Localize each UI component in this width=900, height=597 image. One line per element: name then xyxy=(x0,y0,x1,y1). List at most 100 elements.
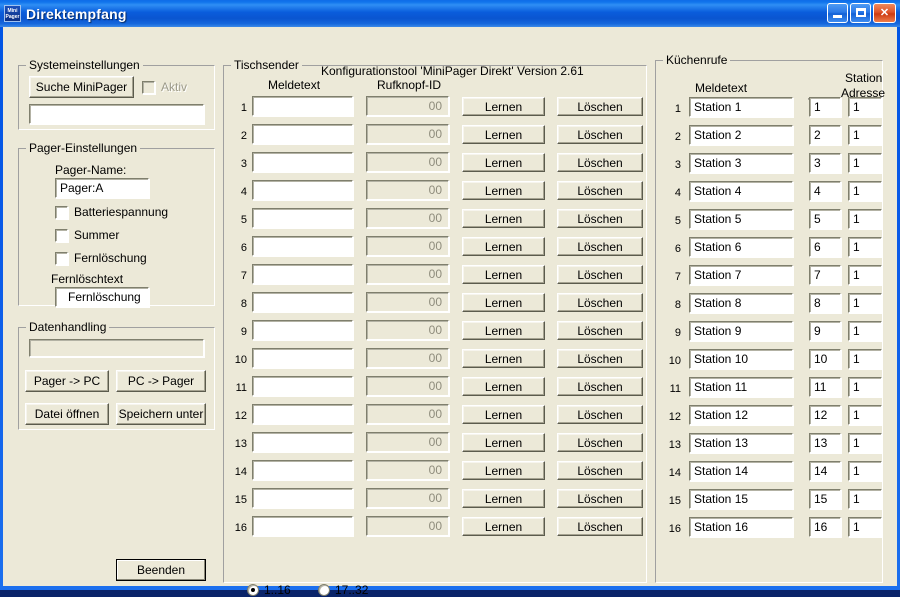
tischsender-meldetext-input[interactable] xyxy=(252,96,353,116)
tischsender-rufknopf-id-field[interactable]: 00 xyxy=(366,180,449,200)
kuechenrufe-station-adresse-input[interactable]: 1 xyxy=(848,461,882,481)
aktiv-checkbox[interactable]: Aktiv xyxy=(142,80,187,94)
kuechenrufe-station-adresse-input[interactable]: 1 xyxy=(848,237,882,257)
tischsender-lernen-button[interactable]: Lernen xyxy=(462,405,545,424)
tischsender-meldetext-input[interactable] xyxy=(252,348,353,368)
tischsender-lernen-button[interactable]: Lernen xyxy=(462,349,545,368)
kuechenrufe-taste-input[interactable]: 2 xyxy=(809,125,841,145)
range-radio-17-32[interactable]: 17..32 xyxy=(318,583,368,597)
tischsender-rufknopf-id-field[interactable]: 00 xyxy=(366,432,449,452)
tischsender-lernen-button[interactable]: Lernen xyxy=(462,321,545,340)
system-status-field[interactable] xyxy=(29,104,204,124)
aktiv-checkbox-box[interactable] xyxy=(142,81,155,94)
fernloeschtext-input[interactable]: Fernlöschung xyxy=(55,287,149,307)
tischsender-lernen-button[interactable]: Lernen xyxy=(462,461,545,480)
kuechenrufe-taste-input[interactable]: 5 xyxy=(809,209,841,229)
tischsender-loeschen-button[interactable]: Löschen xyxy=(557,517,643,536)
kuechenrufe-station-adresse-input[interactable]: 1 xyxy=(848,181,882,201)
kuechenrufe-taste-input[interactable]: 13 xyxy=(809,433,841,453)
kuechenrufe-taste-input[interactable]: 12 xyxy=(809,405,841,425)
kuechenrufe-taste-input[interactable]: 3 xyxy=(809,153,841,173)
kuechenrufe-meldetext-input[interactable]: Station 14 xyxy=(689,461,793,481)
tischsender-lernen-button[interactable]: Lernen xyxy=(462,265,545,284)
kuechenrufe-taste-input[interactable]: 9 xyxy=(809,321,841,341)
tischsender-meldetext-input[interactable] xyxy=(252,292,353,312)
kuechenrufe-taste-input[interactable]: 4 xyxy=(809,181,841,201)
tischsender-loeschen-button[interactable]: Löschen xyxy=(557,489,643,508)
tischsender-lernen-button[interactable]: Lernen xyxy=(462,237,545,256)
tischsender-loeschen-button[interactable]: Löschen xyxy=(557,433,643,452)
tischsender-meldetext-input[interactable] xyxy=(252,236,353,256)
tischsender-lernen-button[interactable]: Lernen xyxy=(462,377,545,396)
tischsender-lernen-button[interactable]: Lernen xyxy=(462,181,545,200)
tischsender-lernen-button[interactable]: Lernen xyxy=(462,209,545,228)
kuechenrufe-taste-input[interactable]: 16 xyxy=(809,517,841,537)
kuechenrufe-taste-input[interactable]: 15 xyxy=(809,489,841,509)
tischsender-rufknopf-id-field[interactable]: 00 xyxy=(366,460,449,480)
kuechenrufe-meldetext-input[interactable]: Station 15 xyxy=(689,489,793,509)
kuechenrufe-station-adresse-input[interactable]: 1 xyxy=(848,349,882,369)
kuechenrufe-meldetext-input[interactable]: Station 12 xyxy=(689,405,793,425)
maximize-button[interactable] xyxy=(850,3,871,23)
kuechenrufe-station-adresse-input[interactable]: 1 xyxy=(848,125,882,145)
tischsender-rufknopf-id-field[interactable]: 00 xyxy=(366,320,449,340)
kuechenrufe-station-adresse-input[interactable]: 1 xyxy=(848,405,882,425)
tischsender-rufknopf-id-field[interactable]: 00 xyxy=(366,488,449,508)
tischsender-rufknopf-id-field[interactable]: 00 xyxy=(366,96,449,116)
kuechenrufe-meldetext-input[interactable]: Station 3 xyxy=(689,153,793,173)
tischsender-meldetext-input[interactable] xyxy=(252,404,353,424)
tischsender-meldetext-input[interactable] xyxy=(252,208,353,228)
kuechenrufe-station-adresse-input[interactable]: 1 xyxy=(848,265,882,285)
datei-oeffnen-button[interactable]: Datei öffnen xyxy=(25,403,109,425)
kuechenrufe-meldetext-input[interactable]: Station 10 xyxy=(689,349,793,369)
fernloeschung-checkbox-box[interactable] xyxy=(55,252,68,265)
tischsender-rufknopf-id-field[interactable]: 00 xyxy=(366,264,449,284)
pc-to-pager-button[interactable]: PC -> Pager xyxy=(116,370,206,392)
kuechenrufe-station-adresse-input[interactable]: 1 xyxy=(848,489,882,509)
kuechenrufe-station-adresse-input[interactable]: 1 xyxy=(848,517,882,537)
kuechenrufe-taste-input[interactable]: 14 xyxy=(809,461,841,481)
kuechenrufe-taste-input[interactable]: 8 xyxy=(809,293,841,313)
tischsender-loeschen-button[interactable]: Löschen xyxy=(557,461,643,480)
tischsender-lernen-button[interactable]: Lernen xyxy=(462,489,545,508)
kuechenrufe-station-adresse-input[interactable]: 1 xyxy=(848,153,882,173)
tischsender-meldetext-input[interactable] xyxy=(252,516,353,536)
kuechenrufe-station-adresse-input[interactable]: 1 xyxy=(848,97,882,117)
kuechenrufe-station-adresse-input[interactable]: 1 xyxy=(848,433,882,453)
kuechenrufe-meldetext-input[interactable]: Station 16 xyxy=(689,517,793,537)
kuechenrufe-taste-input[interactable]: 7 xyxy=(809,265,841,285)
tischsender-loeschen-button[interactable]: Löschen xyxy=(557,125,643,144)
tischsender-meldetext-input[interactable] xyxy=(252,376,353,396)
tischsender-loeschen-button[interactable]: Löschen xyxy=(557,321,643,340)
summer-checkbox-box[interactable] xyxy=(55,229,68,242)
batteriespannung-checkbox-box[interactable] xyxy=(55,206,68,219)
tischsender-rufknopf-id-field[interactable]: 00 xyxy=(366,152,449,172)
tischsender-loeschen-button[interactable]: Löschen xyxy=(557,293,643,312)
tischsender-loeschen-button[interactable]: Löschen xyxy=(557,405,643,424)
speichern-unter-button[interactable]: Speichern unter xyxy=(116,403,206,425)
tischsender-rufknopf-id-field[interactable]: 00 xyxy=(366,208,449,228)
pager-to-pc-button[interactable]: Pager -> PC xyxy=(25,370,109,392)
minimize-button[interactable] xyxy=(827,3,848,23)
tischsender-loeschen-button[interactable]: Löschen xyxy=(557,209,643,228)
tischsender-lernen-button[interactable]: Lernen xyxy=(462,293,545,312)
tischsender-loeschen-button[interactable]: Löschen xyxy=(557,349,643,368)
batteriespannung-checkbox[interactable]: Batteriespannung xyxy=(55,205,168,219)
kuechenrufe-station-adresse-input[interactable]: 1 xyxy=(848,293,882,313)
tischsender-loeschen-button[interactable]: Löschen xyxy=(557,237,643,256)
kuechenrufe-station-adresse-input[interactable]: 1 xyxy=(848,377,882,397)
summer-checkbox[interactable]: Summer xyxy=(55,228,119,242)
tischsender-meldetext-input[interactable] xyxy=(252,152,353,172)
pager-name-input[interactable]: Pager:A xyxy=(55,178,149,198)
tischsender-rufknopf-id-field[interactable]: 00 xyxy=(366,236,449,256)
close-button[interactable]: ✕ xyxy=(873,3,896,23)
kuechenrufe-meldetext-input[interactable]: Station 4 xyxy=(689,181,793,201)
range-radio-1-16-button[interactable] xyxy=(247,584,259,596)
suche-minipager-button[interactable]: Suche MiniPager xyxy=(29,76,134,98)
tischsender-lernen-button[interactable]: Lernen xyxy=(462,125,545,144)
kuechenrufe-station-adresse-input[interactable]: 1 xyxy=(848,321,882,341)
tischsender-loeschen-button[interactable]: Löschen xyxy=(557,181,643,200)
kuechenrufe-meldetext-input[interactable]: Station 9 xyxy=(689,321,793,341)
title-bar[interactable]: Mini Pager Direktempfang ✕ xyxy=(0,0,900,27)
tischsender-meldetext-input[interactable] xyxy=(252,460,353,480)
